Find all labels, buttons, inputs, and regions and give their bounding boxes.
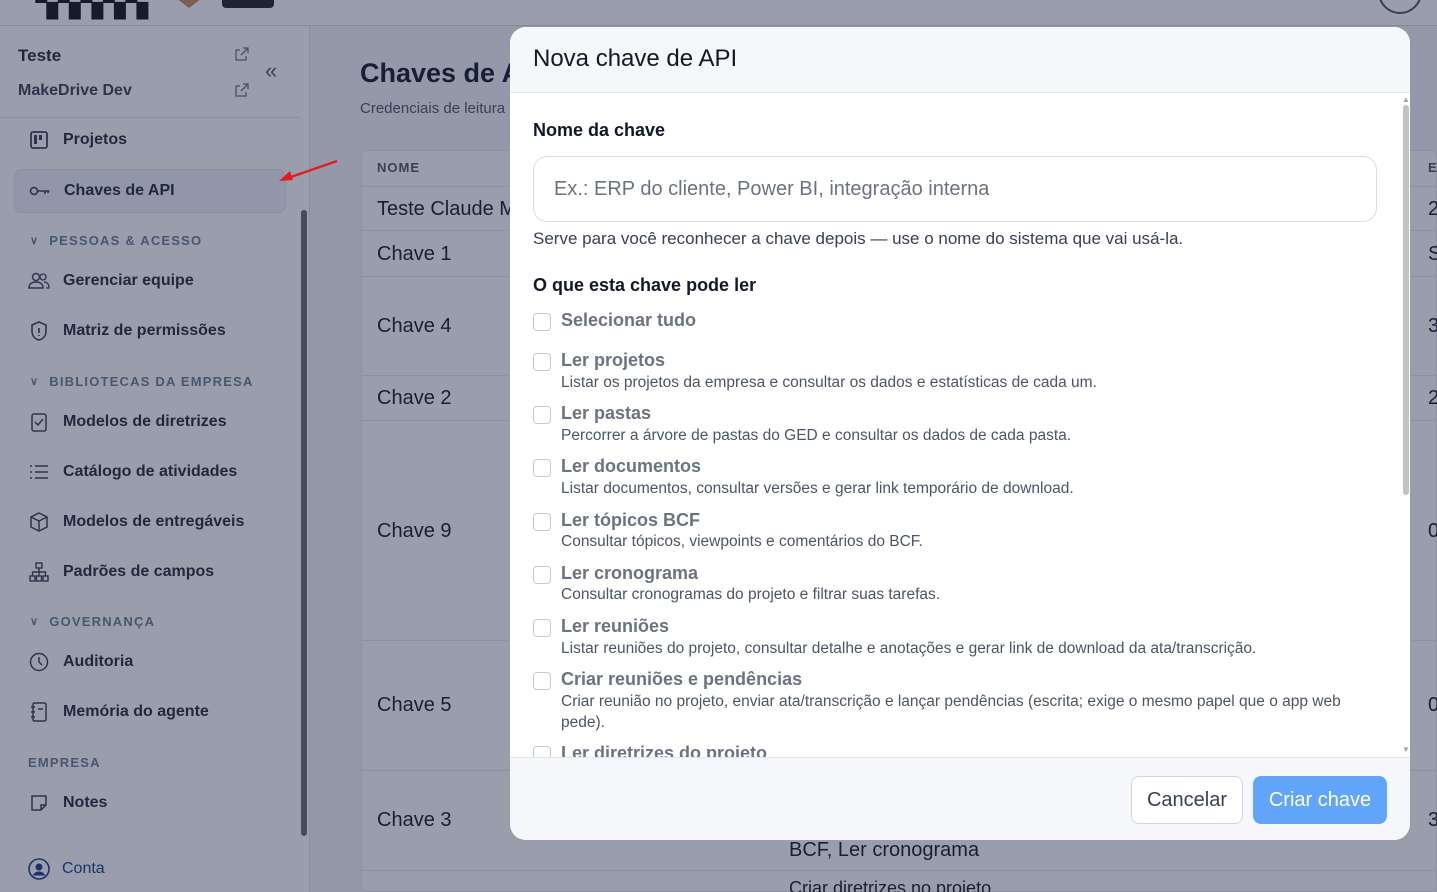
permission-description: Percorrer a árvore de pastas do GED e co… <box>561 427 1072 444</box>
permission-checkbox[interactable] <box>533 459 551 477</box>
permission-title[interactable]: Ler cronograma <box>561 563 698 584</box>
permission-title[interactable]: Criar reuniões e pendências <box>561 669 802 690</box>
permission-description: Listar reuniões do projeto, consultar de… <box>561 640 1257 657</box>
key-name-input[interactable] <box>533 156 1377 222</box>
permission-checkbox[interactable] <box>533 619 551 637</box>
annotation-arrow-icon <box>279 159 338 181</box>
permission-description: Listar documentos, consultar versões e g… <box>561 480 1074 497</box>
dialog-body: Nome da chave Serve para você reconhecer… <box>510 93 1410 757</box>
permission-description: Criar reunião no projeto, enviar ata/tra… <box>561 693 1341 731</box>
permission-description: Consultar cronogramas do projeto e filtr… <box>561 586 941 603</box>
permission-title[interactable]: Ler pastas <box>561 403 651 424</box>
dialog-title: Nova chave de API <box>533 45 738 72</box>
select-all-checkbox[interactable] <box>533 313 551 331</box>
permission-description: Consultar tópicos, viewpoints e comentár… <box>561 533 923 550</box>
cancel-button[interactable]: Cancelar <box>1131 776 1243 824</box>
scroll-up-icon[interactable]: ▲ <box>1402 95 1410 104</box>
key-name-label: Nome da chave <box>533 120 666 140</box>
permission-checkbox[interactable] <box>533 672 551 690</box>
permission-title[interactable]: Ler reuniões <box>561 616 669 637</box>
permission-checkbox[interactable] <box>533 406 551 424</box>
dialog-header: Nova chave de API <box>510 27 1410 93</box>
create-key-button[interactable]: Criar chave <box>1253 776 1387 824</box>
key-name-help: Serve para você reconhecer a chave depoi… <box>533 229 1184 248</box>
permission-checkbox[interactable] <box>533 513 551 531</box>
permission-checkbox[interactable] <box>533 566 551 584</box>
dialog-scrollbar[interactable] <box>1403 105 1409 495</box>
permission-title[interactable]: Ler projetos <box>561 350 665 371</box>
dialog-footer: Cancelar Criar chave <box>510 757 1410 840</box>
permission-checkbox[interactable] <box>533 353 551 371</box>
permission-description: Listar os projetos da empresa e consulta… <box>561 374 1097 391</box>
permission-title[interactable]: Ler documentos <box>561 456 701 477</box>
scroll-down-icon[interactable]: ▼ <box>1402 745 1410 754</box>
permission-title[interactable]: Ler tópicos BCF <box>561 510 700 531</box>
new-api-key-dialog: Nova chave de API Nome da chave Serve pa… <box>510 27 1410 840</box>
select-all-label[interactable]: Selecionar tudo <box>561 310 696 331</box>
permission-checkbox[interactable] <box>533 746 551 757</box>
permissions-label: O que esta chave pode ler <box>533 275 757 295</box>
permission-title[interactable]: Ler diretrizes do projeto <box>561 743 767 757</box>
